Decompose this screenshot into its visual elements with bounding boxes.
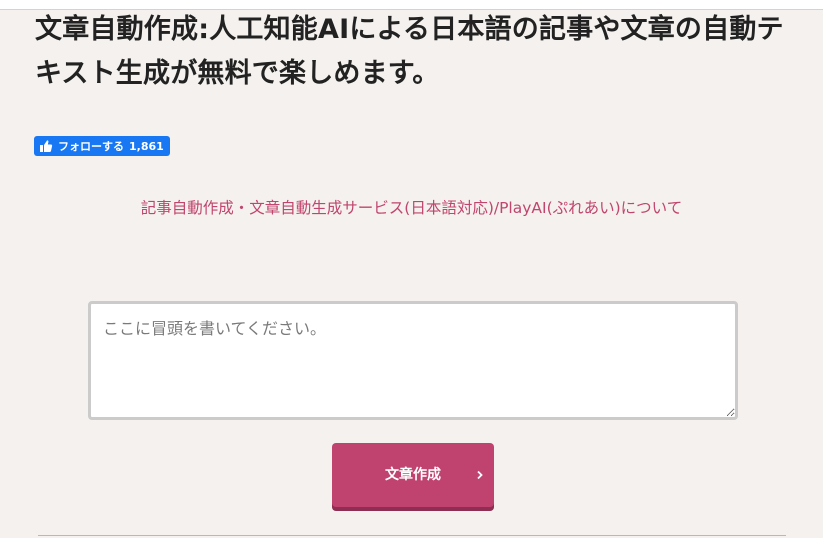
page-title: 文章自動作成:人工知能AIによる日本語の記事や文章の自動テキスト生成が無料で楽し… <box>35 14 784 89</box>
generate-button-label: 文章作成 <box>385 467 441 483</box>
divider <box>38 535 786 536</box>
prompt-area <box>88 301 738 420</box>
thumbs-up-icon <box>40 140 53 152</box>
prompt-input[interactable] <box>88 301 738 420</box>
facebook-follow-button[interactable]: フォローする 1,861 <box>34 136 170 156</box>
about-service-link[interactable]: 記事自動作成・文章自動生成サービス(日本語対応)/PlayAI(ぷれあい)につい… <box>0 196 823 218</box>
chevron-right-icon <box>477 470 483 480</box>
generate-text-button[interactable]: 文章作成 <box>332 443 494 507</box>
follow-count: 1,861 <box>129 139 164 153</box>
follow-label: フォローする <box>58 140 124 153</box>
